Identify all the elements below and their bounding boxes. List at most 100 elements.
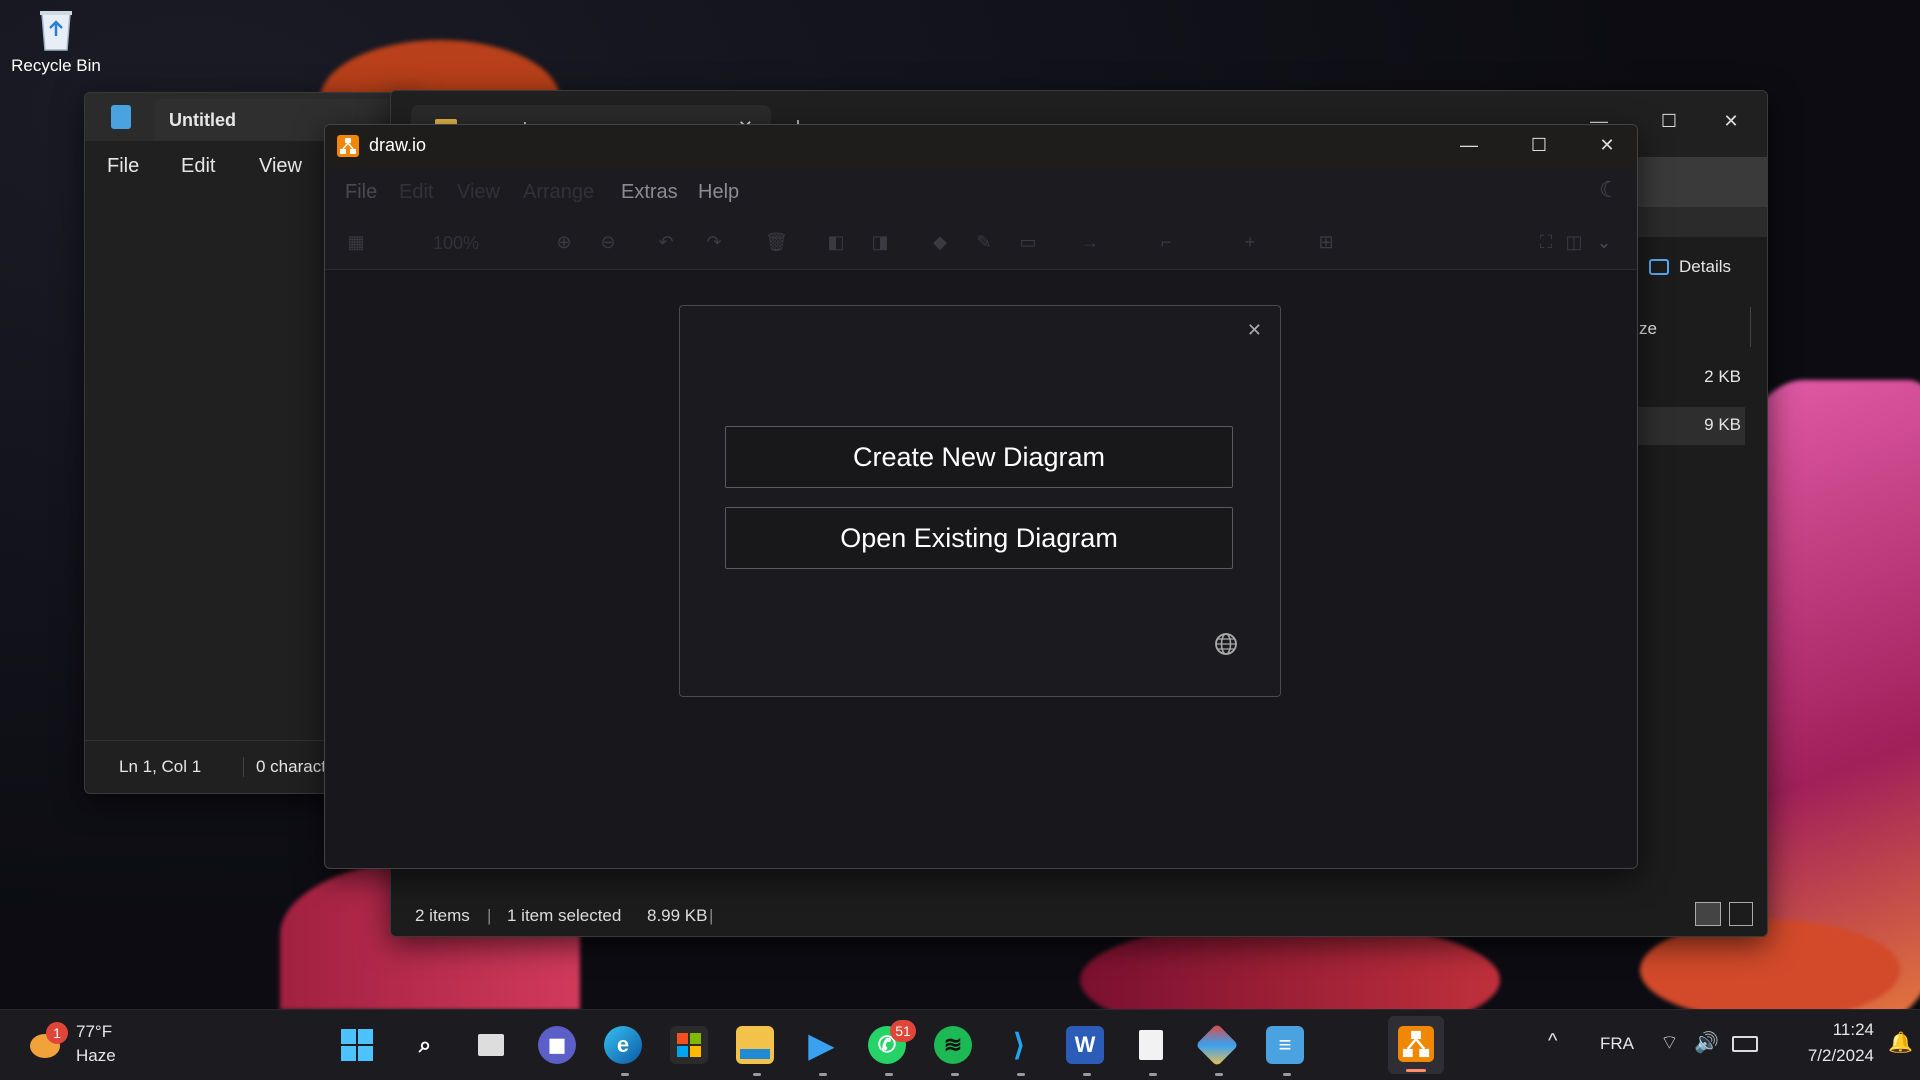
dark-mode-icon[interactable]: ☾ — [1599, 177, 1619, 203]
drawio-menu-extras[interactable]: Extras — [621, 181, 678, 204]
status-size: 8.99 KB — [647, 906, 708, 925]
drawio-menu-view[interactable]: View — [457, 181, 500, 204]
notepad-menu-view[interactable]: View — [259, 155, 302, 178]
drawio-menu-edit[interactable]: Edit — [399, 181, 433, 204]
git-running-indicator — [1215, 1073, 1223, 1076]
notepad-menu-edit[interactable]: Edit — [181, 155, 215, 178]
search-icon[interactable]: ⌕ — [406, 1026, 444, 1064]
weather-badge: 1 — [46, 1022, 68, 1044]
drawio-active-indicator — [1406, 1069, 1426, 1072]
notepad-char-count: 0 charact — [243, 757, 326, 777]
table-icon[interactable]: ⊞ — [1315, 231, 1337, 253]
undo-icon[interactable]: ↶ — [655, 231, 677, 253]
open-existing-diagram-button[interactable]: Open Existing Diagram — [725, 507, 1233, 569]
git-app-icon[interactable] — [1195, 1023, 1239, 1067]
drawio-maximize-icon[interactable]: ☐ — [1511, 125, 1567, 165]
drawio-minimize-icon[interactable]: — — [1441, 125, 1497, 165]
weather-temp: 77°F — [76, 1022, 113, 1041]
view-panels-icon[interactable]: ▦ — [345, 231, 367, 253]
zoom-level[interactable]: 100% — [433, 233, 479, 254]
edge-running-indicator — [621, 1073, 629, 1076]
wifi-icon[interactable]: ⌔ — [1660, 1030, 1679, 1055]
clock-time[interactable]: 11:24 — [1778, 1020, 1874, 1040]
format-panel-icon[interactable]: ◫ — [1563, 231, 1585, 253]
weather-desc: Haze — [76, 1046, 116, 1065]
vscode-icon[interactable]: ⟩ — [1000, 1026, 1038, 1064]
redo-icon[interactable]: ↷ — [703, 231, 725, 253]
language-globe-icon[interactable] — [1214, 632, 1238, 656]
zoom-out-icon[interactable]: ⊖ — [597, 231, 619, 253]
file-size-1: 2 KB — [1704, 367, 1741, 386]
explorer-statusbar: 2 items | 1 item selected 8.99 KB | — [391, 892, 1767, 936]
word-running-indicator — [1083, 1073, 1091, 1076]
explorer-search-box[interactable] — [1637, 157, 1767, 207]
word-icon[interactable]: W — [1066, 1026, 1104, 1064]
to-front-icon[interactable]: ◧ — [825, 231, 847, 253]
notepad-tab-title: Untitled — [169, 110, 236, 130]
size-column-header[interactable]: ize — [1635, 319, 1657, 339]
volume-icon[interactable]: 🔊 — [1694, 1030, 1719, 1055]
notification-bell-icon[interactable]: 🔔 — [1888, 1030, 1913, 1055]
start-icon[interactable] — [338, 1026, 376, 1064]
edge-icon[interactable]: e — [604, 1026, 642, 1064]
tiles-view-icon[interactable] — [1729, 902, 1753, 926]
details-label: Details — [1679, 257, 1731, 276]
splash-dialog: ✕ Create New Diagram Open Existing Diagr… — [679, 305, 1281, 697]
drawio-window-title: draw.io — [369, 135, 427, 155]
battery-icon[interactable] — [1732, 1036, 1758, 1052]
file-explorer-icon[interactable] — [736, 1026, 774, 1064]
notepad-taskbar-icon[interactable]: ≡ — [1266, 1026, 1304, 1064]
waypoints-icon[interactable]: ⌐ — [1155, 231, 1177, 253]
details-view-icon[interactable] — [1695, 902, 1721, 926]
notepad-running-indicator — [1283, 1073, 1291, 1076]
dialog-close-icon[interactable]: ✕ — [1247, 320, 1262, 341]
connection-icon[interactable]: → — [1079, 231, 1101, 253]
create-new-diagram-button[interactable]: Create New Diagram — [725, 426, 1233, 488]
drawio-menu-arrange[interactable]: Arrange — [523, 181, 594, 204]
task-view-icon[interactable] — [472, 1026, 510, 1064]
whatsapp-running-indicator — [885, 1073, 893, 1076]
drawio-window[interactable]: draw.io — ☐ ✕ File Edit View Arrange Ext… — [324, 124, 1638, 869]
notepad-app-icon — [111, 105, 131, 129]
drawio-close-icon[interactable]: ✕ — [1579, 125, 1635, 165]
input-language[interactable]: FRA — [1600, 1034, 1634, 1054]
drawio-app-icon — [337, 135, 359, 157]
media-running-indicator — [819, 1073, 827, 1076]
explorer-maximize-icon[interactable]: ☐ — [1641, 101, 1697, 141]
notepad-menu-file[interactable]: File — [107, 155, 139, 178]
to-back-icon[interactable]: ◨ — [869, 231, 891, 253]
shadow-icon[interactable]: ▭ — [1017, 231, 1039, 253]
explorer-running-indicator — [753, 1073, 761, 1076]
drawio-menu-file[interactable]: File — [345, 181, 377, 204]
explorer-close-icon[interactable]: ✕ — [1703, 101, 1759, 141]
collapse-icon[interactable]: ⌄ — [1593, 231, 1615, 253]
drawio-taskbar-button[interactable] — [1388, 1016, 1444, 1074]
whatsapp-badge: 51 — [890, 1020, 916, 1042]
status-selected: 1 item selected — [507, 906, 622, 925]
spotify-icon[interactable]: ≋ — [934, 1026, 972, 1064]
details-button[interactable]: Details — [1649, 257, 1731, 277]
clock-date[interactable]: 7/2/2024 — [1778, 1046, 1874, 1066]
document-running-indicator — [1149, 1073, 1157, 1076]
drawio-titlebar: draw.io — ☐ ✕ — [325, 125, 1637, 167]
details-pane-icon — [1649, 259, 1670, 275]
recycle-bin-shortcut[interactable]: Recycle Bin — [6, 6, 106, 76]
column-divider — [1750, 307, 1751, 347]
drawio-taskbar-icon — [1398, 1026, 1434, 1062]
drawio-menu-help[interactable]: Help — [698, 181, 739, 204]
weather-widget[interactable]: 1 — [26, 1022, 68, 1064]
store-icon[interactable] — [670, 1026, 708, 1064]
document-icon[interactable] — [1132, 1026, 1170, 1064]
line-color-icon[interactable]: ✎ — [973, 231, 995, 253]
fullscreen-icon[interactable]: ⛶ — [1535, 231, 1557, 253]
media-player-icon[interactable]: ▶ — [802, 1026, 840, 1064]
status-item-count: 2 items — [415, 906, 470, 925]
spotify-running-indicator — [951, 1073, 959, 1076]
fill-color-icon[interactable]: ◆ — [929, 231, 951, 253]
insert-icon[interactable]: + — [1239, 231, 1261, 253]
show-hidden-icons-icon[interactable]: ^ — [1548, 1030, 1557, 1053]
status-divider: | — [709, 906, 714, 925]
zoom-in-icon[interactable]: ⊕ — [553, 231, 575, 253]
delete-icon[interactable]: 🗑 — [765, 231, 788, 253]
teams-chat-icon[interactable]: ◼ — [538, 1026, 576, 1064]
